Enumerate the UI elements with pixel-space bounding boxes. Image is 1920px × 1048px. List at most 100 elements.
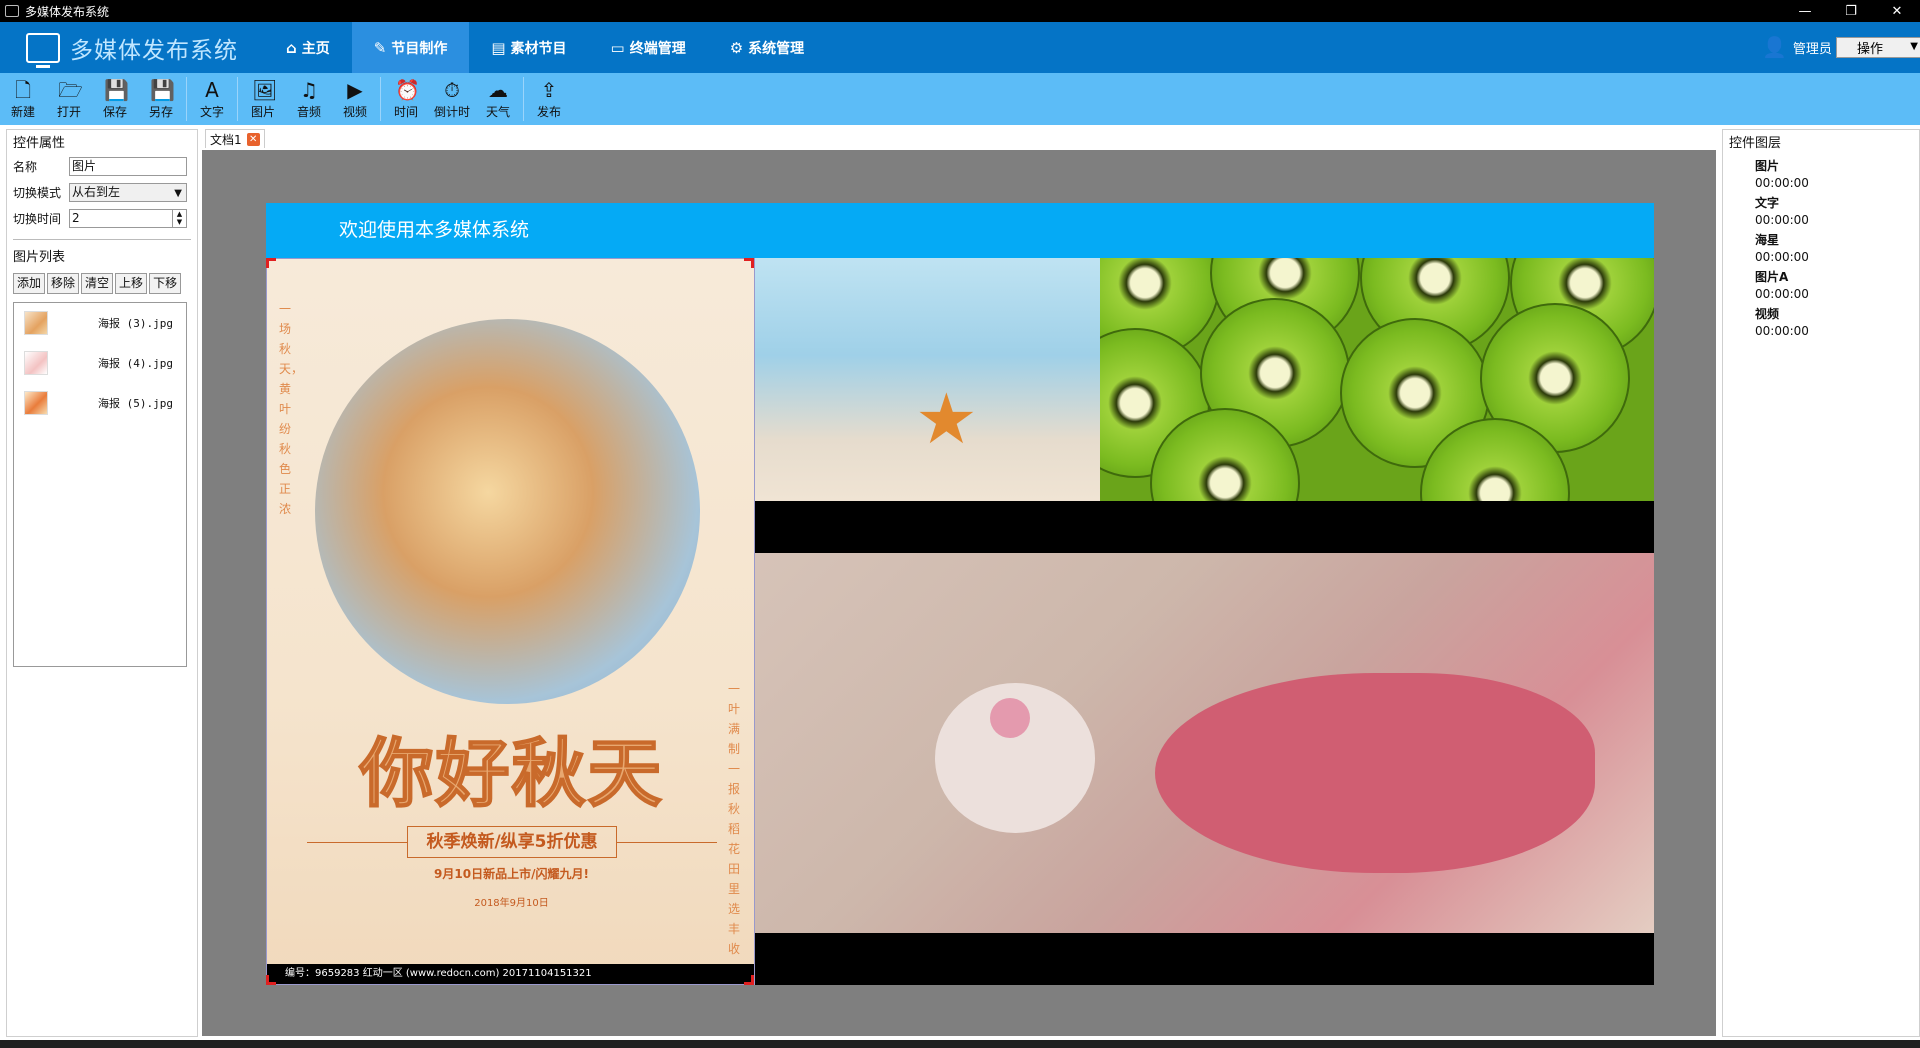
nav-materials[interactable]: ▤ 素材节目 xyxy=(469,22,588,73)
edit-icon: ✎ xyxy=(373,38,387,57)
add-button[interactable]: 添加 xyxy=(13,273,46,294)
video-button[interactable]: ▶ 视频 xyxy=(332,73,378,125)
button-label: 保存 xyxy=(102,104,127,119)
video-flower xyxy=(990,698,1030,738)
image-list[interactable]: 海报 (3).jpg 海报 (4).jpg 海报 (5).jpg xyxy=(13,302,187,667)
nav-label: 系统管理 xyxy=(748,40,805,57)
poster-title: 你好秋天 xyxy=(359,730,664,818)
clear-button[interactable]: 清空 xyxy=(81,273,114,294)
countdown-button[interactable]: ⏱ 倒计时 xyxy=(429,73,475,125)
toolbar-separator xyxy=(380,77,381,121)
layer-item[interactable]: 文字 00:00:00 xyxy=(1723,194,1919,227)
button-label: 新建 xyxy=(10,104,35,119)
button-label: 文字 xyxy=(199,104,224,119)
nav-label: 终端管理 xyxy=(629,40,686,57)
os-taskbar xyxy=(0,1040,1920,1048)
spinner-arrows-icon[interactable]: ▲ ▼ xyxy=(172,209,186,227)
move-up-button[interactable]: 上移 xyxy=(115,273,148,294)
selection-handle[interactable] xyxy=(266,975,276,985)
nav-label: 主页 xyxy=(301,40,330,57)
time-button[interactable]: ⏰ 时间 xyxy=(383,73,429,125)
document-icon: ▤ xyxy=(491,38,506,57)
editor-canvas[interactable]: 欢迎使用本多媒体系统 一场秋天，黄叶纷秋色正浓 一叶满制一报秋稻花田里选丰收 你… xyxy=(202,150,1716,1036)
layers-panel: 控件图层 图片 00:00:00 文字 00:00:00 海星 00:00:00… xyxy=(1722,129,1920,1037)
nav-system[interactable]: ⚙ 系统管理 xyxy=(708,22,826,73)
poster-image-widget[interactable]: 一场秋天，黄叶纷秋色正浓 一叶满制一报秋稻花田里选丰收 你好秋天 秋季焕新/纵享… xyxy=(266,258,755,985)
toolbar-separator xyxy=(186,77,187,121)
operation-select[interactable]: 操作 ▼ xyxy=(1836,37,1920,58)
button-label: 打开 xyxy=(56,104,81,119)
poster-line xyxy=(617,842,717,843)
mode-label: 切换模式 xyxy=(13,185,62,200)
layer-name: 海星 xyxy=(1755,233,1780,247)
main-header: 多媒体发布系统 ⌂ 主页 ✎ 节目制作 ▤ 素材节目 ▭ 终端管理 ⚙ 系统管理… xyxy=(0,22,1920,73)
toolbar: 🗋 新建 🗁 打开 💾 保存 💾 另存 A 文字 🖼 图片 ♫ 音频 ▶ 视频 ⏰ 时间 ⏱ 倒计时… xyxy=(0,73,1920,125)
layer-item[interactable]: 图片 00:00:00 xyxy=(1723,157,1919,190)
image-list-title: 图片列表 xyxy=(13,250,66,265)
new-button[interactable]: 🗋 新建 xyxy=(0,73,46,125)
folder-icon: 🗁 xyxy=(58,77,83,102)
save-button[interactable]: 💾 保存 xyxy=(92,73,138,125)
button-label: 发布 xyxy=(536,104,561,119)
selection-handle[interactable] xyxy=(744,258,754,268)
app-icon xyxy=(5,5,19,17)
transition-mode-select[interactable]: 从右到左 ▼ xyxy=(69,182,187,202)
name-row: 名称 图片 xyxy=(7,153,197,179)
chevron-down-icon: ▼ xyxy=(1910,41,1918,52)
operation-label: 操作 xyxy=(1857,42,1884,57)
layer-item[interactable]: 图片A 00:00:00 xyxy=(1723,268,1919,301)
selection-handle[interactable] xyxy=(744,975,754,985)
window-titlebar: 多媒体发布系统 — ❐ ✕ xyxy=(0,0,1920,22)
chevron-down-icon: ▼ xyxy=(174,187,182,199)
close-button[interactable]: ✕ xyxy=(1874,0,1920,22)
open-button[interactable]: 🗁 打开 xyxy=(46,73,92,125)
file-name: 海报 (4).jpg xyxy=(98,357,173,370)
poster-date: 2018年9月10日 xyxy=(474,898,549,909)
starfish-icon: ★ xyxy=(915,378,978,460)
poster-vertical-text: 一场秋天，黄叶纷秋色正浓 xyxy=(279,302,304,516)
mode-row: 切换模式 从右到左 ▼ xyxy=(7,179,197,205)
layer-name: 图片 xyxy=(1755,159,1780,173)
save-as-icon: 💾 xyxy=(150,77,175,102)
document-tab[interactable]: 文档1 ✕ xyxy=(205,129,265,148)
image-thumbnail xyxy=(24,311,48,335)
button-label: 视频 xyxy=(342,104,367,119)
poster-date-line: 9月10日新品上市/闪耀九月! xyxy=(434,867,589,881)
poster-footer: 编号：9659283 红动一区 (www.redocn.com) 2017110… xyxy=(267,964,754,984)
minimize-button[interactable]: — xyxy=(1782,0,1828,22)
nav-home[interactable]: ⌂ 主页 xyxy=(264,22,352,73)
layer-item[interactable]: 视频 00:00:00 xyxy=(1723,305,1919,338)
close-tab-icon[interactable]: ✕ xyxy=(246,132,260,146)
kiwi-image-widget[interactable] xyxy=(1100,258,1654,501)
gear-icon: ⚙ xyxy=(729,38,744,57)
user-menu[interactable]: 👤 管理员 xyxy=(1762,35,1832,59)
switch-time-stepper[interactable]: 2 ▲ ▼ xyxy=(69,208,187,228)
remove-button[interactable]: 移除 xyxy=(47,273,80,294)
program-screen: 欢迎使用本多媒体系统 一场秋天，黄叶纷秋色正浓 一叶满制一报秋稻花田里选丰收 你… xyxy=(266,203,1654,985)
starfish-image-widget[interactable]: ★ xyxy=(755,258,1100,501)
poster-subtitle: 秋季焕新/纵享5折优惠 xyxy=(407,826,617,858)
welcome-banner[interactable]: 欢迎使用本多媒体系统 xyxy=(266,203,1654,258)
video-widget[interactable] xyxy=(755,553,1654,933)
image-button[interactable]: 🖼 图片 xyxy=(240,73,286,125)
list-item[interactable]: 海报 (3).jpg xyxy=(14,303,186,343)
nav-terminals[interactable]: ▭ 终端管理 xyxy=(589,22,708,73)
restore-button[interactable]: ❐ xyxy=(1828,0,1874,22)
text-button[interactable]: A 文字 xyxy=(189,73,235,125)
layer-item[interactable]: 海星 00:00:00 xyxy=(1723,231,1919,264)
save-as-button[interactable]: 💾 另存 xyxy=(138,73,184,125)
list-item[interactable]: 海报 (4).jpg xyxy=(14,343,186,383)
audio-button[interactable]: ♫ 音频 xyxy=(286,73,332,125)
selection-handle[interactable] xyxy=(266,258,276,268)
music-icon: ♫ xyxy=(300,77,318,102)
monitor-icon: ▭ xyxy=(610,38,625,57)
move-down-button[interactable]: 下移 xyxy=(149,273,182,294)
list-item[interactable]: 海报 (5).jpg xyxy=(14,383,186,423)
publish-button[interactable]: ⇪ 发布 xyxy=(526,73,572,125)
weather-button[interactable]: ☁ 天气 xyxy=(475,73,521,125)
nav-program-editing[interactable]: ✎ 节目制作 xyxy=(351,22,470,73)
time-row: 切换时间 2 ▲ ▼ xyxy=(7,205,197,231)
layer-time: 00:00:00 xyxy=(1755,176,1809,190)
video-figure xyxy=(1155,673,1595,873)
name-input[interactable]: 图片 xyxy=(69,156,187,176)
